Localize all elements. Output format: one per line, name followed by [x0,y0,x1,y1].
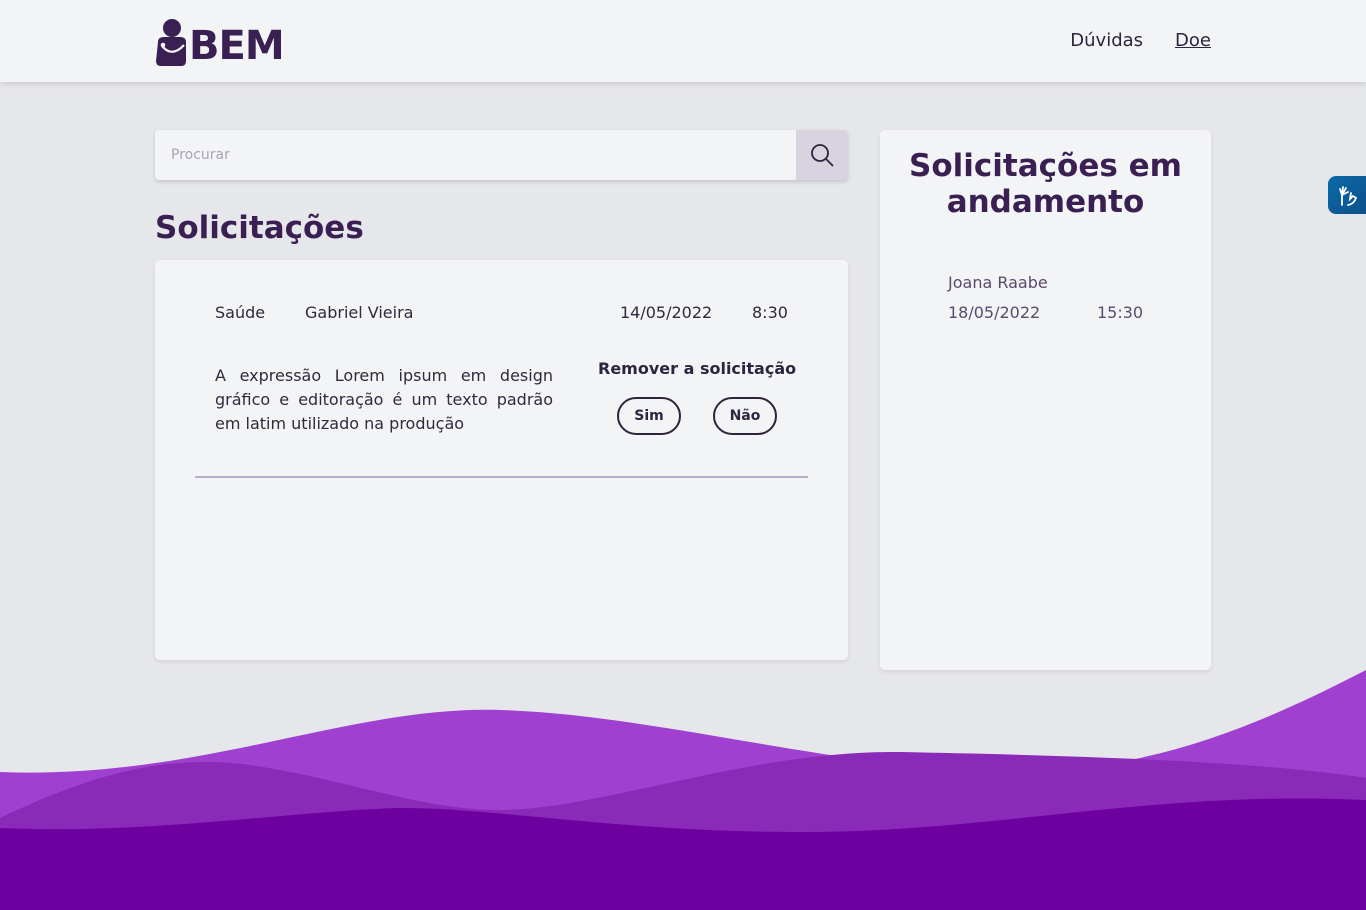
search-button[interactable] [796,130,848,180]
remove-request-label: Remover a solicitação [598,359,797,378]
request-card: Saúde Gabriel Vieira 14/05/2022 8:30 A e… [155,260,848,660]
sign-language-icon [1339,186,1358,206]
header: BEM Dúvidas Doe [0,0,1366,82]
search-icon [811,144,834,167]
in-progress-time: 15:30 [1097,303,1144,322]
yes-button[interactable]: Sim [617,397,681,435]
person-logo-icon [156,19,186,66]
in-progress-panel: Solicitações em andamento Joana Raabe 18… [880,130,1211,670]
page-title: Solicitações [155,210,364,246]
in-progress-name: Joana Raabe [948,273,1048,292]
nav-doe[interactable]: Doe [1175,30,1211,51]
logo-text: BEM [189,23,285,69]
search-bar [155,130,848,180]
in-progress-date: 18/05/2022 [948,303,1041,322]
in-progress-title: Solicitações em andamento [909,148,1182,220]
request-name: Gabriel Vieira [305,303,414,322]
no-button[interactable]: Não [713,397,777,435]
request-date: 14/05/2022 [620,303,713,322]
footer-waves [0,670,1366,910]
request-category: Saúde [215,303,266,322]
request-time: 8:30 [752,303,788,322]
sign-language-button[interactable] [1328,176,1366,214]
nav-duvidas[interactable]: Dúvidas [1070,30,1143,51]
main-nav: Dúvidas Doe [1070,30,1211,51]
divider [195,476,808,478]
request-description: A expressão Lorem ipsum em design gráfic… [215,366,553,433]
search-input[interactable] [155,130,796,180]
logo[interactable]: BEM [155,16,285,69]
